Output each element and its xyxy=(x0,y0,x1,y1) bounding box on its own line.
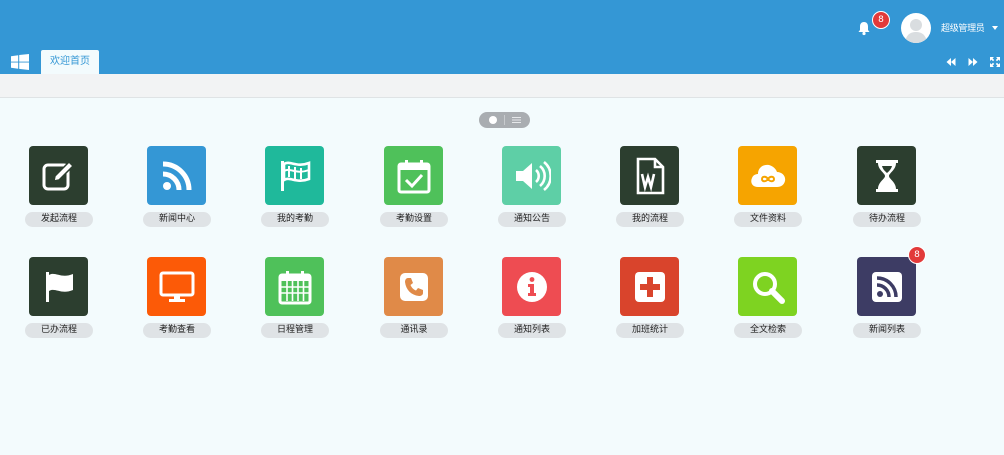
calendar-icon xyxy=(278,270,311,304)
app-label: 发起流程 xyxy=(25,212,93,227)
rss-icon xyxy=(162,161,191,190)
app-label: 新闻中心 xyxy=(143,212,211,227)
user-silhouette-icon xyxy=(905,19,927,43)
app-tile[interactable] xyxy=(147,146,206,205)
app-done-process[interactable]: 已办流程 xyxy=(14,257,104,357)
app-tile[interactable] xyxy=(384,257,443,316)
app-full-text-search[interactable]: 全文检索 xyxy=(723,257,813,357)
caret-down-icon[interactable] xyxy=(992,26,998,30)
rss-square-icon xyxy=(871,271,902,302)
app-tile[interactable] xyxy=(620,257,679,316)
app-label: 通知列表 xyxy=(498,323,566,338)
hourglass-icon xyxy=(875,159,898,192)
app-label: 通知公告 xyxy=(498,212,566,227)
app-notice-list[interactable]: 通知列表 xyxy=(487,257,577,357)
app-announcements[interactable]: 通知公告 xyxy=(487,146,577,246)
app-my-process[interactable]: 我的流程 xyxy=(605,146,695,246)
grid-view-dot-icon[interactable] xyxy=(489,116,497,124)
toggle-divider xyxy=(504,115,505,125)
tab-welcome-home[interactable]: 欢迎首页 xyxy=(41,50,99,74)
app-tile[interactable] xyxy=(738,257,797,316)
info-icon xyxy=(516,271,547,302)
app-tile[interactable] xyxy=(738,146,797,205)
fullscreen-icon[interactable] xyxy=(990,57,1000,67)
app-overtime-stats[interactable]: 加班统计 xyxy=(605,257,695,357)
sub-toolbar xyxy=(0,74,1004,98)
bell-icon[interactable] xyxy=(856,20,872,36)
app-tile[interactable] xyxy=(147,257,206,316)
news-list-badge: 8 xyxy=(908,246,926,264)
app-label: 日程管理 xyxy=(261,323,329,338)
search-icon xyxy=(752,271,785,304)
app-label: 文件资料 xyxy=(734,212,802,227)
app-tile[interactable] xyxy=(620,146,679,205)
scroll-left-icon[interactable] xyxy=(946,57,956,67)
app-label: 加班统计 xyxy=(616,323,684,338)
edit-icon xyxy=(42,160,74,190)
monitor-icon xyxy=(159,271,194,302)
app-documents[interactable]: 文件资料 xyxy=(723,146,813,246)
app-tile[interactable] xyxy=(384,146,443,205)
app-label: 我的考勤 xyxy=(261,212,329,227)
word-file-icon xyxy=(636,157,664,194)
app-label: 已办流程 xyxy=(25,323,93,338)
app-start-process[interactable]: 发起流程 xyxy=(14,146,104,246)
flag-icon xyxy=(280,160,310,191)
app-news-list[interactable]: 8 新闻列表 xyxy=(842,246,932,357)
app-label: 考勤设置 xyxy=(380,212,448,227)
app-contacts[interactable]: 通讯录 xyxy=(369,257,459,357)
view-toggle[interactable] xyxy=(479,112,530,128)
scroll-right-icon[interactable] xyxy=(968,57,978,67)
user-avatar[interactable] xyxy=(901,13,931,43)
flag-outline-icon xyxy=(45,271,73,302)
username-label[interactable]: 超级管理员 xyxy=(941,21,985,34)
plus-square-icon xyxy=(634,271,665,302)
app-tile[interactable] xyxy=(265,257,324,316)
app-tile[interactable] xyxy=(502,146,561,205)
phone-icon xyxy=(399,272,428,301)
cloud-icon xyxy=(750,164,785,187)
app-tile[interactable] xyxy=(29,257,88,316)
app-label: 新闻列表 xyxy=(853,323,921,338)
top-header xyxy=(0,0,1004,74)
app-tile[interactable] xyxy=(502,257,561,316)
windows-logo-icon[interactable] xyxy=(11,54,29,70)
app-tile[interactable] xyxy=(857,146,916,205)
calendar-check-icon xyxy=(397,159,430,193)
app-news-center[interactable]: 新闻中心 xyxy=(132,146,222,246)
volume-icon xyxy=(515,160,551,191)
app-label: 考勤查看 xyxy=(143,323,211,338)
app-tile[interactable] xyxy=(265,146,324,205)
app-tile[interactable] xyxy=(857,257,916,316)
notification-badge: 8 xyxy=(872,11,890,29)
app-attendance-settings[interactable]: 考勤设置 xyxy=(369,146,459,246)
app-label: 全文检索 xyxy=(734,323,802,338)
app-label: 待办流程 xyxy=(853,212,921,227)
app-label: 通讯录 xyxy=(380,323,448,338)
app-tile[interactable] xyxy=(29,146,88,205)
app-attendance-view[interactable]: 考勤查看 xyxy=(132,257,222,357)
app-label: 我的流程 xyxy=(616,212,684,227)
list-view-icon[interactable] xyxy=(512,117,521,123)
app-my-attendance[interactable]: 我的考勤 xyxy=(250,146,340,246)
app-schedule-management[interactable]: 日程管理 xyxy=(250,257,340,357)
app-pending-process[interactable]: 待办流程 xyxy=(842,146,932,246)
